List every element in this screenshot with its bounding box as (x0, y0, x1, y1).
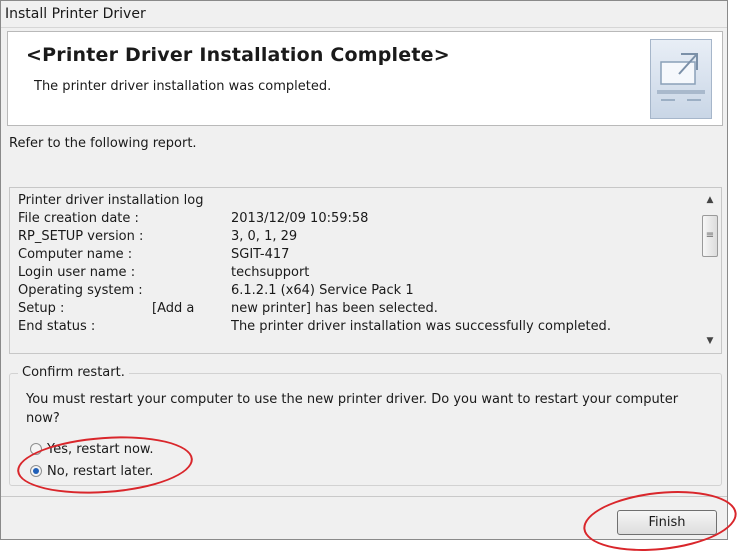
log-row: Computer name : SGIT-417 (18, 246, 691, 264)
window-title: Install Printer Driver (1, 1, 727, 28)
log-row-value: The printer driver installation was succ… (231, 319, 611, 334)
log-row-end-status: End status : The printer driver installa… (18, 318, 691, 336)
scroll-up-arrow-icon[interactable]: ▲ (701, 192, 719, 208)
log-row-label: Operating system : (18, 283, 143, 298)
log-row: RP_SETUP version : 3, 0, 1, 29 (18, 228, 691, 246)
log-row-value: 2013/12/09 10:59:58 (231, 211, 369, 226)
scroll-thumb[interactable]: ≡ (702, 215, 718, 257)
log-row-label: End status : (18, 319, 96, 334)
log-row-value: 3, 0, 1, 29 (231, 229, 298, 244)
log-row-label: Setup : (18, 301, 65, 316)
log-lines: Printer driver installation log File cre… (18, 192, 691, 336)
log-row: Login user name : techsupport (18, 264, 691, 282)
installation-log-box[interactable]: Printer driver installation log File cre… (9, 187, 722, 354)
log-row-label: Login user name : (18, 265, 136, 280)
log-setup-prefix: [Add a (152, 301, 195, 316)
log-row: File creation date : 2013/12/09 10:59:58 (18, 210, 691, 228)
log-row-setup: Setup : [Add a new printer] has been sel… (18, 300, 691, 318)
log-scrollbar[interactable]: ▲ ≡ ▼ (701, 190, 719, 351)
log-row-label: File creation date : (18, 211, 139, 226)
footer-divider (1, 496, 727, 497)
confirm-restart-legend: Confirm restart. (18, 365, 129, 380)
intro-text: Refer to the following report. (9, 136, 197, 151)
log-heading: Printer driver installation log (18, 192, 691, 210)
header-subtitle: The printer driver installation was comp… (34, 79, 332, 94)
log-row-value: 6.1.2.1 (x64) Service Pack 1 (231, 283, 414, 298)
header-title: <Printer Driver Installation Complete> (26, 44, 450, 66)
log-row: Operating system : 6.1.2.1 (x64) Service… (18, 282, 691, 300)
log-heading-text: Printer driver installation log (18, 193, 204, 208)
header-panel: <Printer Driver Installation Complete> T… (7, 31, 723, 126)
log-row-value: techsupport (231, 265, 310, 280)
restart-message: You must restart your computer to use th… (26, 392, 679, 426)
log-row-label: Computer name : (18, 247, 133, 262)
log-row-value: SGIT-417 (231, 247, 290, 262)
log-row-label: RP_SETUP version : (18, 229, 144, 244)
installer-computer-icon (650, 39, 712, 119)
scroll-down-arrow-icon[interactable]: ▼ (701, 333, 719, 349)
log-row-value: new printer] has been selected. (231, 301, 438, 316)
